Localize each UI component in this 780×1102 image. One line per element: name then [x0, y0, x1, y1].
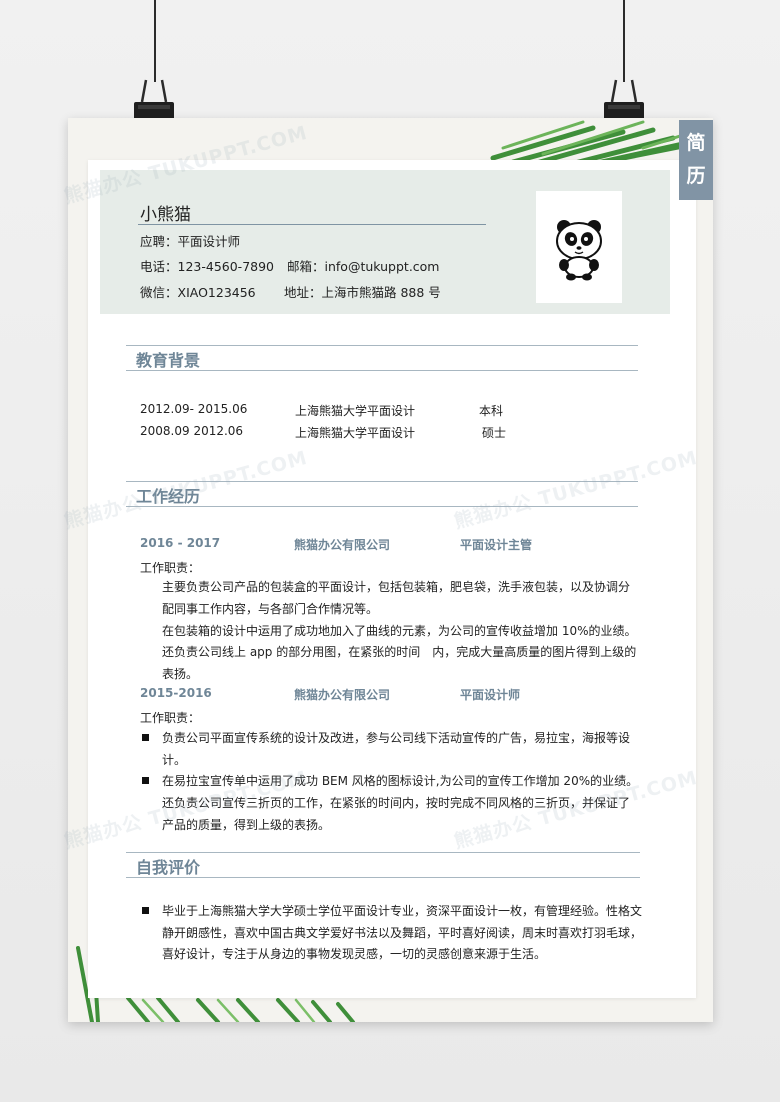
- self-section-header: 自我评价: [126, 852, 640, 878]
- edu-row-2-school: 上海熊猫大学平面设计: [295, 426, 416, 440]
- candidate-name: 小熊猫: [140, 205, 191, 225]
- job-2-company: 熊猫办公有限公司: [294, 688, 391, 702]
- email: 邮箱：info@tukuppt.com: [287, 259, 440, 274]
- edu-row-2-degree: 硕士: [482, 426, 507, 440]
- hanging-string-right: [623, 0, 625, 82]
- name-divider: [138, 224, 486, 225]
- edu-row-1-date: 2012.09- 2015.06: [140, 402, 248, 416]
- job-1-line-5: 表扬。: [162, 667, 199, 681]
- job-2-line-2: 计。: [162, 753, 187, 767]
- self-line-1: 毕业于上海熊猫大学大学硕士学位平面设计专业，资深平面设计一枚，有管理经验。性格文: [162, 904, 643, 918]
- bullet-icon: [142, 777, 149, 784]
- side-tag-char-1: 简: [686, 132, 706, 154]
- edu-row-1-school: 上海熊猫大学平面设计: [295, 404, 416, 418]
- address: 地址：上海市熊猫路 888 号: [284, 285, 441, 300]
- education-section-header: 教育背景: [126, 345, 638, 371]
- job-1-line-3: 在包装箱的设计中运用了成功地加入了曲线的元素，为公司的宣传收益增加 10%的业绩…: [162, 624, 637, 638]
- job-2-duty-label: 工作职责：: [140, 711, 201, 725]
- job-1-company: 熊猫办公有限公司: [294, 538, 391, 552]
- avatar: [536, 191, 622, 303]
- wechat: 微信：XIAO123456: [140, 285, 256, 300]
- job-2-line-1: 负责公司平面宣传系统的设计及改进，参与公司线下活动宣传的广告，易拉宝，海报等设: [162, 731, 631, 745]
- bullet-icon: [142, 734, 149, 741]
- self-line-2: 静开朗感性，喜欢中国古典文学爱好书法以及舞蹈，平时喜好阅读，周末时喜欢打羽毛球，: [162, 926, 643, 940]
- job-1-period: 2016 - 2017: [140, 536, 221, 550]
- job-1-line-2: 配同事工作内容，与各部门合作情况等。: [162, 602, 379, 616]
- job-1-position: 平面设计主管: [460, 538, 533, 552]
- job-2-period: 2015-2016: [140, 686, 212, 700]
- job-1-line-1: 主要负责公司产品的包装盒的平面设计，包括包装箱，肥皂袋，洗手液包装，以及协调分: [162, 580, 631, 594]
- self-line-3: 喜好设计，专注于从身边的事物发现灵感，一切的灵感创意来源于生活。: [162, 947, 547, 961]
- bullet-icon: [142, 907, 149, 914]
- edu-row-2-date: 2008.09 2012.06: [140, 424, 244, 438]
- panda-avatar-icon: [556, 220, 602, 281]
- apply-position: 应聘：平面设计师: [140, 234, 241, 249]
- job-2-position: 平面设计师: [460, 688, 521, 702]
- side-tag-char-2: 历: [686, 165, 706, 187]
- phone: 电话：123-4560-7890: [140, 259, 275, 274]
- resume-side-tag: 简 历: [679, 120, 713, 200]
- edu-row-1-degree: 本科: [479, 404, 504, 418]
- job-1-line-4: 还负责公司线上 app 的部分用图，在紧张的时间 内，完成大量高质量的图片得到上…: [162, 645, 637, 659]
- self-title: 自我评价: [136, 858, 201, 877]
- job-1-duty-label: 工作职责：: [140, 561, 201, 575]
- hanging-string-left: [154, 0, 156, 82]
- education-title: 教育背景: [136, 351, 201, 370]
